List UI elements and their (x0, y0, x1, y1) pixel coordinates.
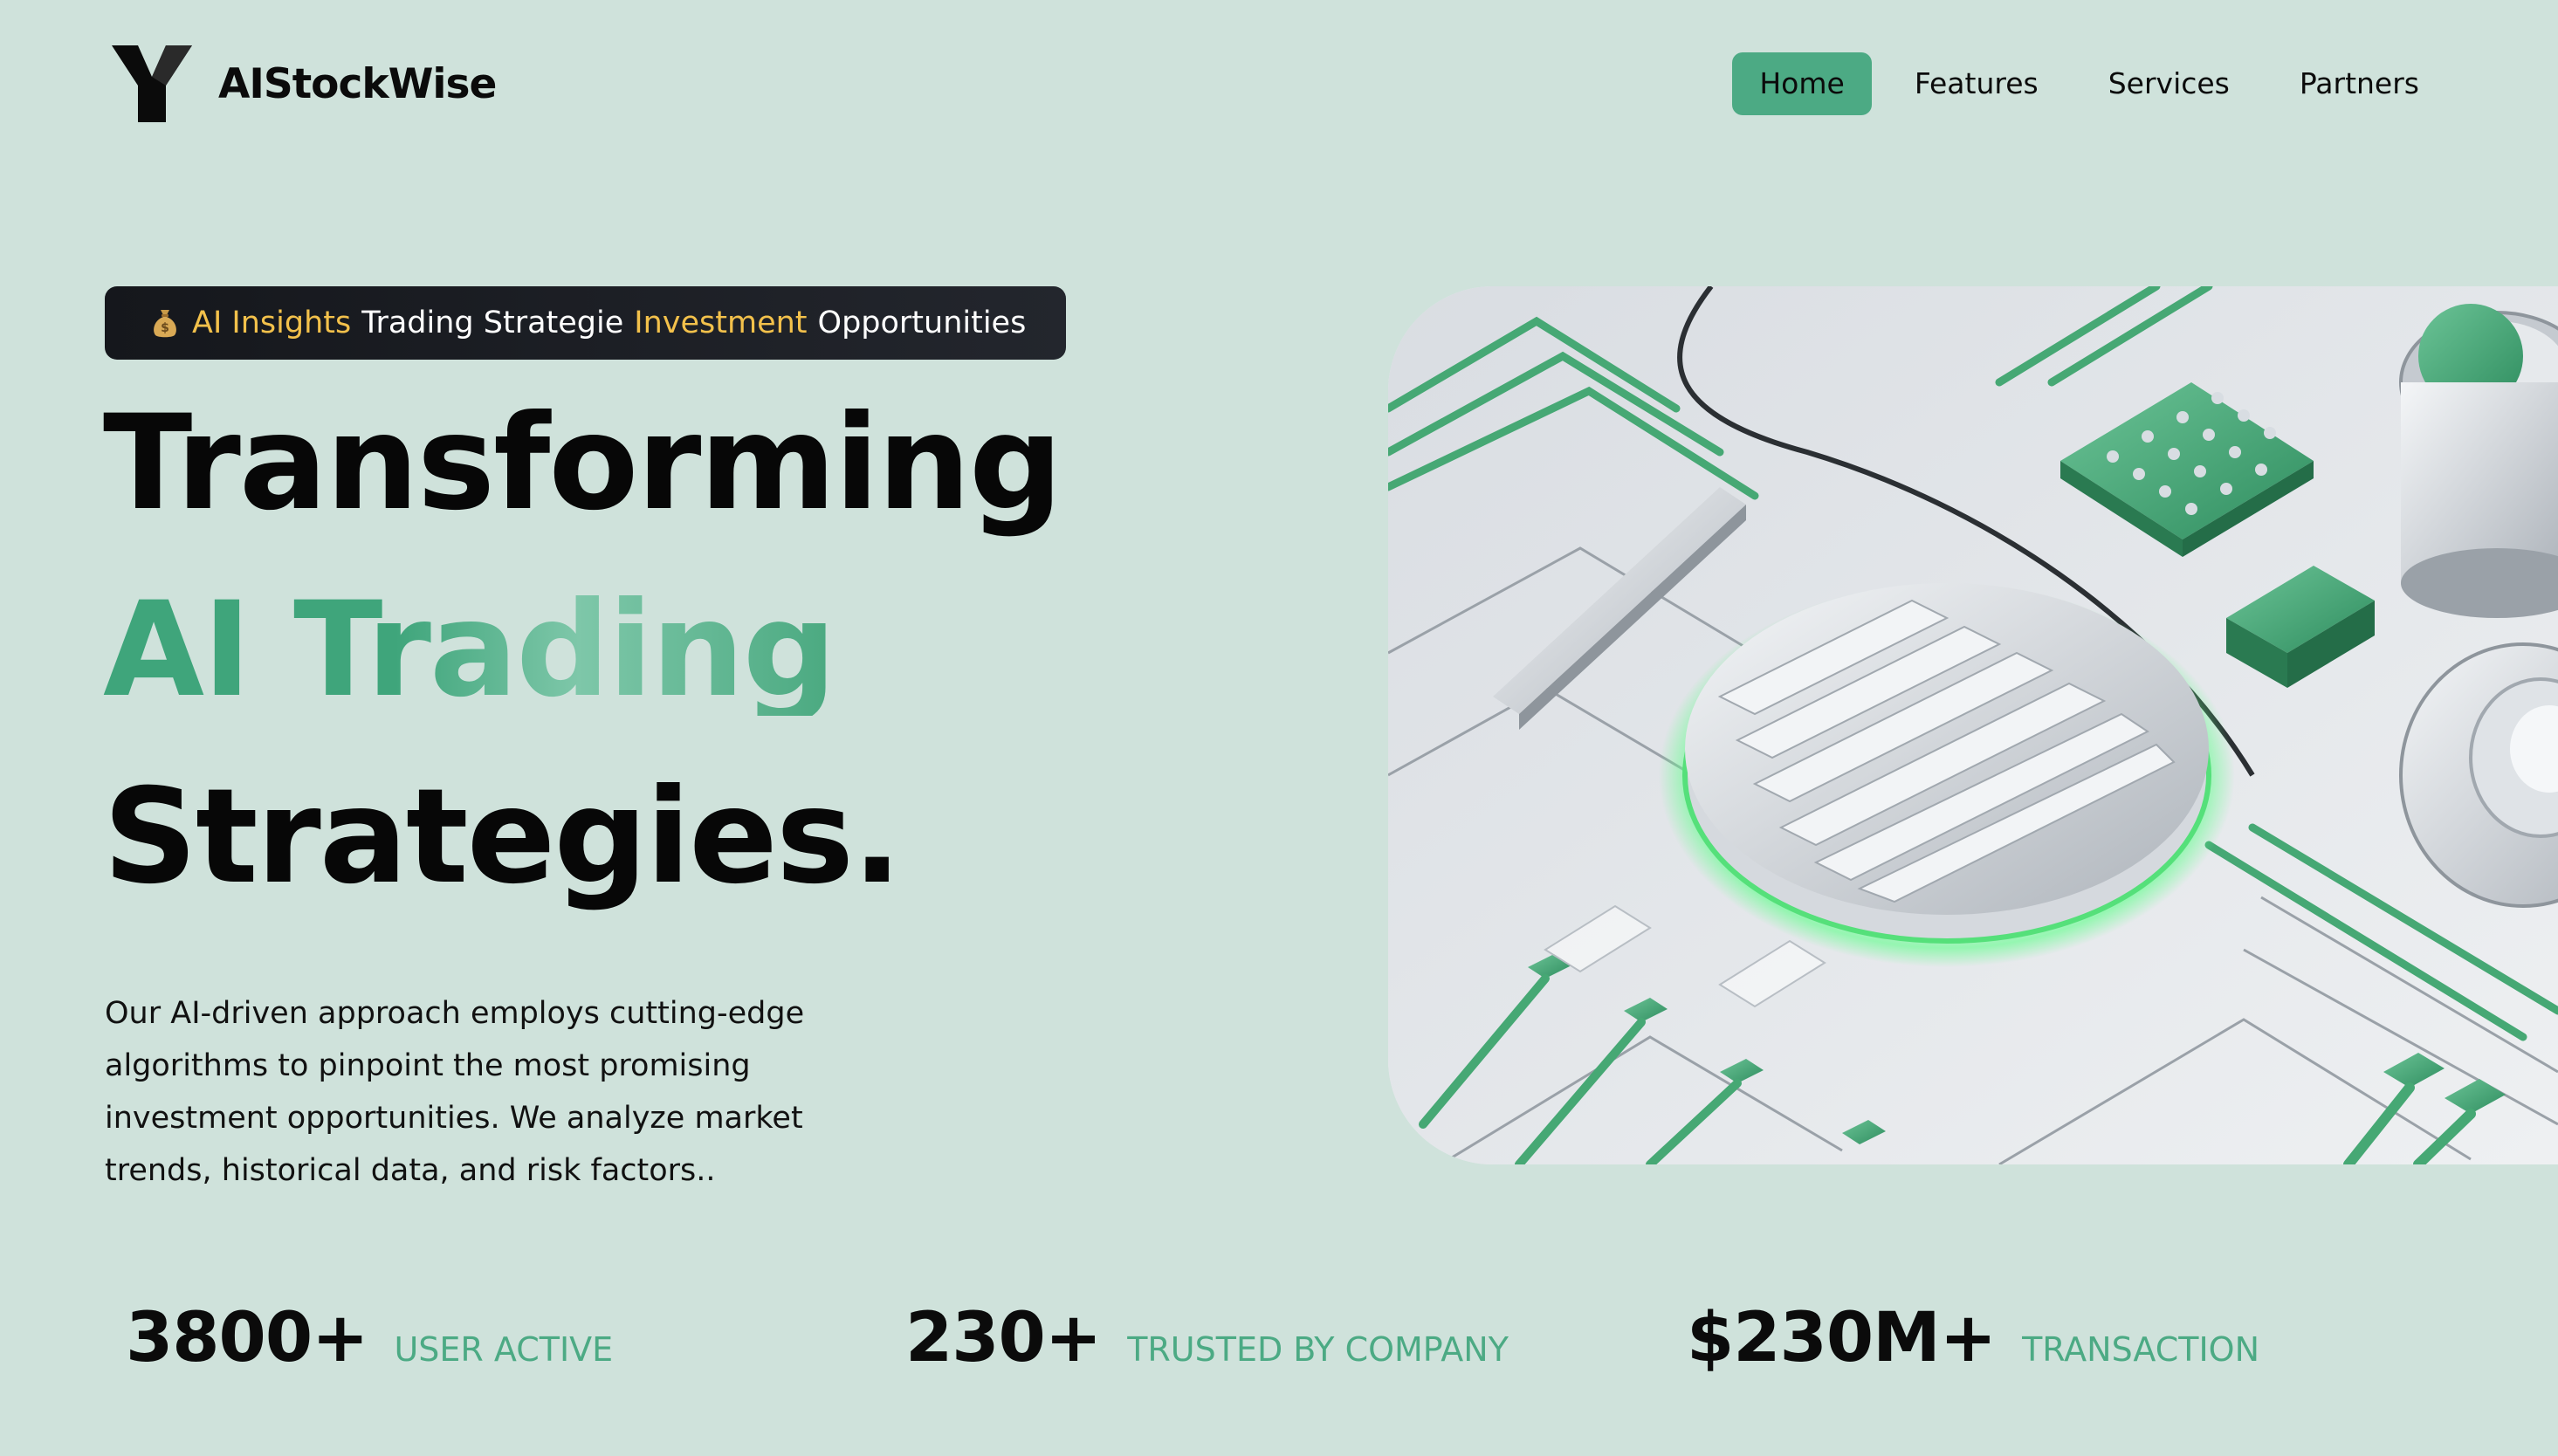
nav-item-home[interactable]: Home (1732, 52, 1872, 115)
stat-transactions: $230M+ TRANSACTION (1687, 1299, 2259, 1377)
hero-badge: $ AI Insights Trading Strategie Investme… (105, 286, 1066, 360)
stat-value: 3800+ (126, 1299, 368, 1377)
headline-line-3: Strategies. (103, 761, 902, 913)
stat-label: USER ACTIVE (394, 1330, 614, 1369)
stat-label: TRANSACTION (2022, 1330, 2260, 1369)
circuit-board-illustration (1388, 286, 2558, 1164)
stat-users: 3800+ USER ACTIVE (126, 1299, 613, 1377)
y-logo-icon (112, 45, 192, 122)
stat-companies: 230+ TRUSTED BY COMPANY (905, 1299, 1509, 1377)
stats-bar: 3800+ USER ACTIVE 230+ TRUSTED BY COMPAN… (126, 1299, 2483, 1386)
stat-value: 230+ (905, 1299, 1102, 1377)
headline-line-2: AI Trading (103, 574, 836, 726)
headline-line-1: Transforming (103, 388, 1062, 539)
hero-image (1388, 286, 2558, 1164)
svg-text:$: $ (161, 321, 169, 335)
badge-text-ai-insights: AI Insights (192, 306, 352, 340)
hero-description: Our AI-driven approach employs cutting-e… (105, 996, 805, 1188)
brand[interactable]: AIStockWise (112, 44, 497, 124)
main-nav: Home Features Services Partners (1716, 52, 2446, 115)
badge-text-investment: Investment (634, 306, 808, 340)
stat-value: $230M+ (1687, 1299, 1997, 1377)
badge-text-trading-strategie: Trading Strategie (361, 306, 624, 340)
badge-text-opportunities: Opportunities (817, 306, 1027, 340)
nav-item-services[interactable]: Services (2081, 52, 2257, 115)
brand-name: AIStockWise (218, 59, 497, 108)
money-bag-icon: $ (154, 310, 176, 338)
stat-label: TRUSTED BY COMPANY (1127, 1330, 1509, 1369)
nav-item-features[interactable]: Features (1888, 52, 2066, 115)
nav-item-partners[interactable]: Partners (2273, 52, 2446, 115)
